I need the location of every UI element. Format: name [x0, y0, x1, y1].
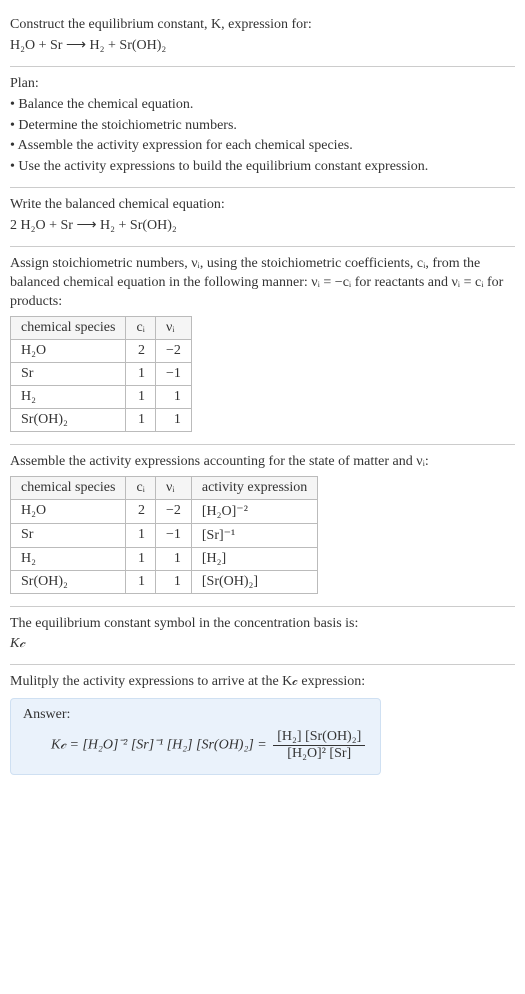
balanced-equation: 2 H₂O + Sr ⟶ H₂ + Sr(OH)₂	[10, 217, 515, 236]
kc-lhs: K𝒸 = [H₂O]⁻² [Sr]⁻¹ [H₂] [Sr(OH)₂] =	[51, 738, 267, 753]
cell-activity: [H₂O]⁻²	[191, 499, 317, 523]
cell-c: 2	[126, 339, 156, 362]
cell-species: H₂O	[11, 499, 126, 523]
balanced-heading: Write the balanced chemical equation:	[10, 196, 515, 215]
cell-c: 1	[126, 547, 156, 570]
table-row: Sr(OH)₂ 1 1	[11, 408, 192, 431]
cell-v: −2	[155, 499, 191, 523]
stoich-table: chemical species cᵢ νᵢ H₂O 2 −2 Sr 1 −1 …	[10, 316, 192, 432]
col-species: chemical species	[11, 316, 126, 339]
cell-v: −2	[155, 339, 191, 362]
cell-v: 1	[155, 570, 191, 593]
plan-section: Plan: • Balance the chemical equation. •…	[10, 67, 515, 188]
table-header-row: chemical species cᵢ νᵢ	[11, 316, 192, 339]
kc-denominator: [H₂O]² [Sr]	[273, 746, 365, 762]
stoich-section: Assign stoichiometric numbers, νᵢ, using…	[10, 247, 515, 445]
unbalanced-equation: H₂O + Sr ⟶ H₂ + Sr(OH)₂	[10, 37, 515, 56]
cell-species: Sr(OH)₂	[11, 408, 126, 431]
cell-c: 1	[126, 408, 156, 431]
table-header-row: chemical species cᵢ νᵢ activity expressi…	[11, 476, 318, 499]
cell-v: −1	[155, 362, 191, 385]
construct-text: Construct the equilibrium constant, K, e…	[10, 17, 312, 32]
table-row: H₂O 2 −2 [H₂O]⁻²	[11, 499, 318, 523]
stoich-text: Assign stoichiometric numbers, νᵢ, using…	[10, 255, 515, 312]
kc-expression: K𝒸 = [H₂O]⁻² [Sr]⁻¹ [H₂] [Sr(OH)₂] = [H₂…	[23, 729, 368, 762]
cell-activity: [H₂]	[191, 547, 317, 570]
table-row: H₂ 1 1 [H₂]	[11, 547, 318, 570]
table-row: H₂O 2 −2	[11, 339, 192, 362]
col-species: chemical species	[11, 476, 126, 499]
cell-v: −1	[155, 523, 191, 547]
symbol-value: K𝒸	[10, 635, 515, 654]
cell-c: 1	[126, 362, 156, 385]
activity-table: chemical species cᵢ νᵢ activity expressi…	[10, 476, 318, 594]
plan-item: • Use the activity expressions to build …	[10, 158, 515, 177]
cell-c: 2	[126, 499, 156, 523]
cell-v: 1	[155, 408, 191, 431]
col-vi: νᵢ	[155, 316, 191, 339]
table-row: Sr(OH)₂ 1 1 [Sr(OH)₂]	[11, 570, 318, 593]
activity-section: Assemble the activity expressions accoun…	[10, 445, 515, 607]
kc-fraction: [H₂] [Sr(OH)₂] [H₂O]² [Sr]	[273, 729, 365, 762]
problem-statement: Construct the equilibrium constant, K, e…	[10, 8, 515, 67]
table-row: Sr 1 −1 [Sr]⁻¹	[11, 523, 318, 547]
plan-heading: Plan:	[10, 75, 515, 94]
cell-species: Sr(OH)₂	[11, 570, 126, 593]
cell-c: 1	[126, 385, 156, 408]
construct-line: Construct the equilibrium constant, K, e…	[10, 16, 515, 35]
answer-label: Answer:	[23, 707, 368, 723]
col-ci: cᵢ	[126, 476, 156, 499]
balanced-section: Write the balanced chemical equation: 2 …	[10, 188, 515, 247]
cell-c: 1	[126, 570, 156, 593]
col-vi: νᵢ	[155, 476, 191, 499]
activity-text: Assemble the activity expressions accoun…	[10, 453, 515, 472]
final-text: Mulitply the activity expressions to arr…	[10, 673, 515, 692]
cell-species: Sr	[11, 523, 126, 547]
table-row: Sr 1 −1	[11, 362, 192, 385]
plan-item: • Balance the chemical equation.	[10, 96, 515, 115]
table-row: H₂ 1 1	[11, 385, 192, 408]
cell-species: H₂O	[11, 339, 126, 362]
cell-species: H₂	[11, 547, 126, 570]
plan-item: • Assemble the activity expression for e…	[10, 137, 515, 156]
col-ci: cᵢ	[126, 316, 156, 339]
cell-v: 1	[155, 547, 191, 570]
plan-item: • Determine the stoichiometric numbers.	[10, 117, 515, 136]
final-section: Mulitply the activity expressions to arr…	[10, 665, 515, 783]
kc-numerator: [H₂] [Sr(OH)₂]	[273, 729, 365, 746]
cell-c: 1	[126, 523, 156, 547]
cell-species: Sr	[11, 362, 126, 385]
cell-activity: [Sr(OH)₂]	[191, 570, 317, 593]
symbol-section: The equilibrium constant symbol in the c…	[10, 607, 515, 666]
symbol-text: The equilibrium constant symbol in the c…	[10, 615, 515, 634]
answer-box: Answer: K𝒸 = [H₂O]⁻² [Sr]⁻¹ [H₂] [Sr(OH)…	[10, 698, 381, 775]
cell-species: H₂	[11, 385, 126, 408]
col-activity: activity expression	[191, 476, 317, 499]
cell-activity: [Sr]⁻¹	[191, 523, 317, 547]
cell-v: 1	[155, 385, 191, 408]
